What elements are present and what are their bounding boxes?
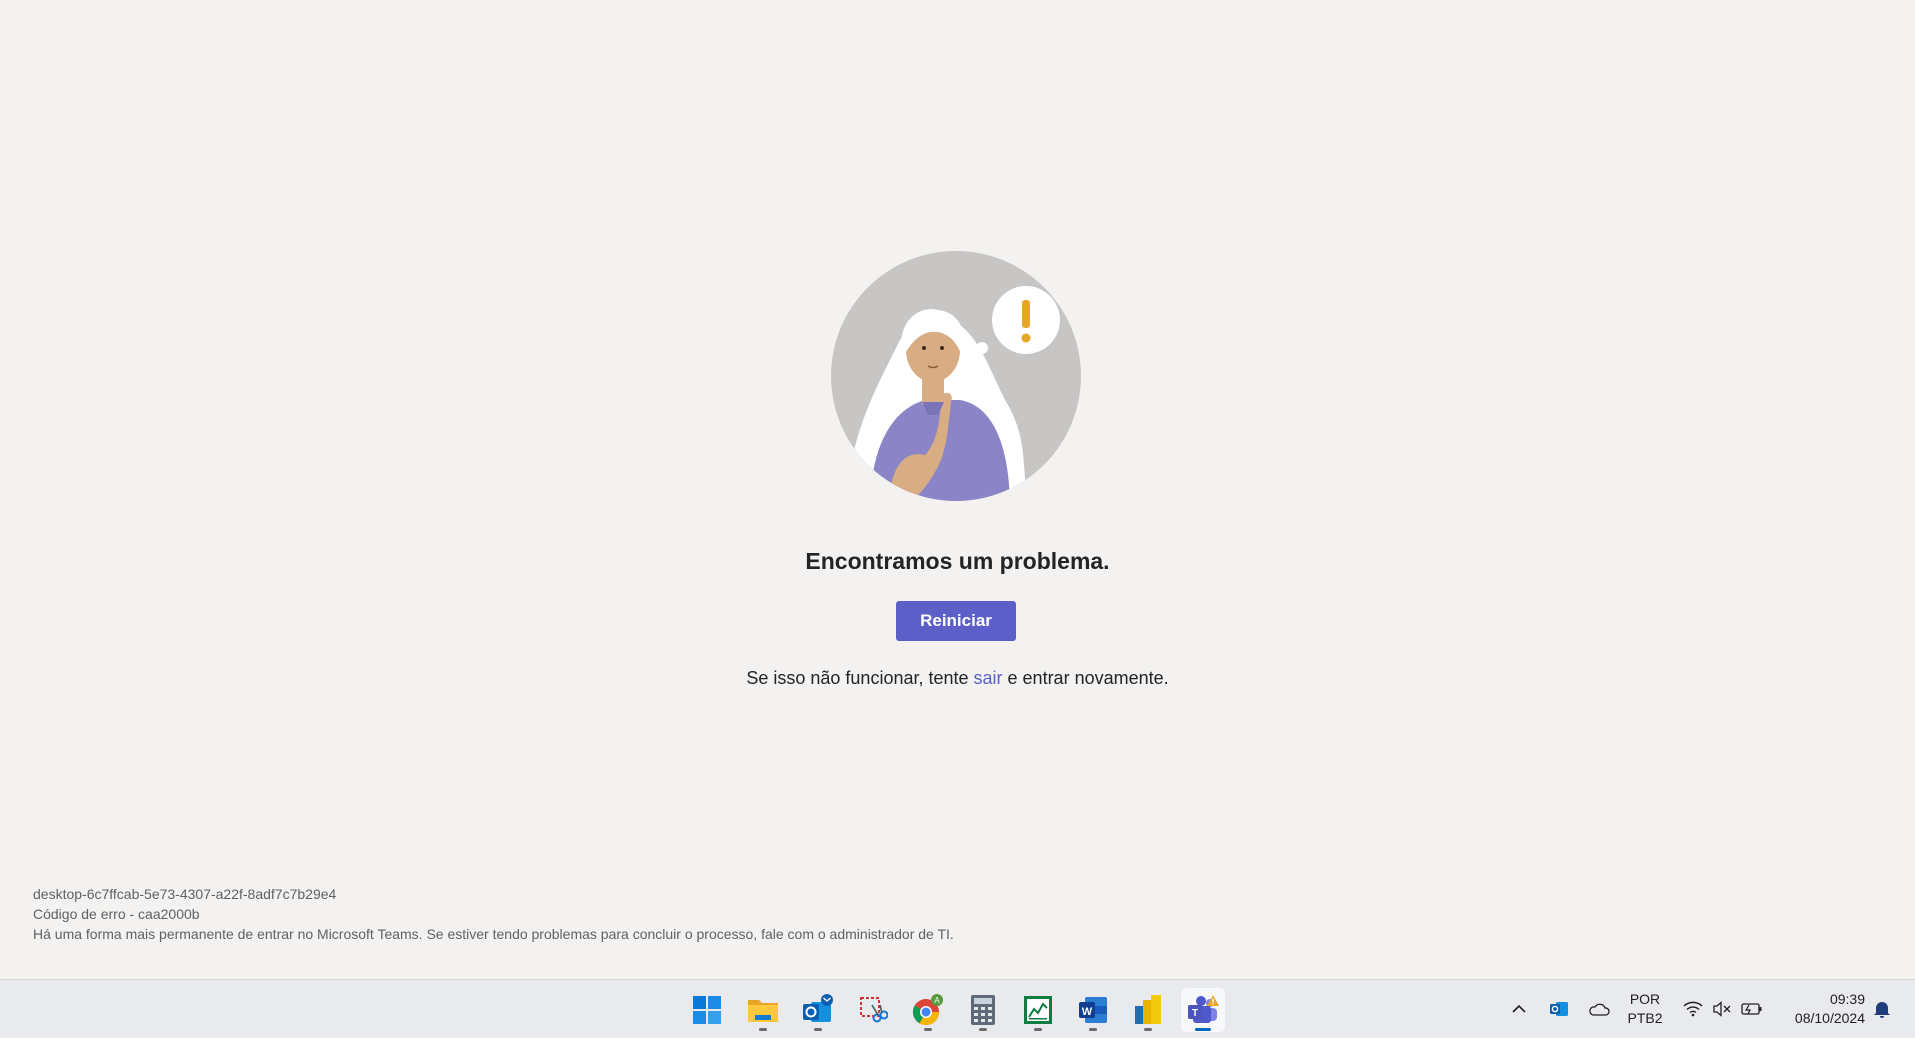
- outlook-tray-icon: [1550, 1002, 1568, 1016]
- file-explorer-icon: [748, 1000, 778, 1022]
- chrome-icon: A: [912, 994, 943, 1026]
- svg-text:A: A: [934, 996, 940, 1005]
- admin-note: Há uma forma mais permanente de entrar n…: [33, 926, 954, 942]
- diagnostics-info: desktop-6c7ffcab-5e73-4307-a22f-8adf7c7b…: [33, 884, 954, 944]
- bell-icon: [1874, 1002, 1890, 1018]
- taskbar-app-file-explorer[interactable]: [741, 988, 785, 1032]
- error-code: Código de erro - caa2000b: [33, 906, 200, 922]
- running-indicator: [814, 1028, 822, 1031]
- active-indicator: [1195, 1028, 1211, 1031]
- retry-hint: Se isso não funcionar, tente sair e entr…: [0, 668, 1915, 689]
- session-id: desktop-6c7ffcab-5e73-4307-a22f-8adf7c7b…: [33, 886, 337, 902]
- teams-error-screen: Encontramos um problema. Reiniciar Se is…: [0, 0, 1915, 979]
- clock-time: 09:39: [1829, 991, 1865, 1007]
- tray-volume[interactable]: [1709, 980, 1735, 1038]
- running-indicator: [759, 1028, 767, 1031]
- restart-button[interactable]: Reiniciar: [896, 601, 1016, 641]
- windows-start-icon: [693, 996, 721, 1024]
- tray-network[interactable]: [1680, 980, 1706, 1038]
- taskbar-app-outlook[interactable]: [796, 988, 840, 1032]
- outlook-icon: [803, 994, 833, 1022]
- running-indicator: [1034, 1028, 1042, 1031]
- taskbar-app-word[interactable]: W: [1071, 988, 1115, 1032]
- running-indicator: [1144, 1028, 1152, 1031]
- svg-text:T: T: [1192, 1008, 1198, 1019]
- word-icon: W: [1079, 997, 1107, 1023]
- svg-text:W: W: [1082, 1006, 1093, 1018]
- tray-onedrive[interactable]: [1584, 980, 1614, 1038]
- show-hidden-icons-button[interactable]: [1505, 980, 1533, 1038]
- windows-taskbar: A W T POR PTB2 09:39 08/10/2024: [0, 979, 1915, 1037]
- running-indicator: [1089, 1028, 1097, 1031]
- language-code: POR: [1629, 991, 1661, 1007]
- notifications-button[interactable]: [1869, 980, 1895, 1038]
- clock[interactable]: 09:39 08/10/2024: [1775, 980, 1865, 1038]
- keyboard-layout: PTB2: [1627, 1010, 1663, 1026]
- start-button[interactable]: [685, 988, 729, 1032]
- volume-muted-icon: [1713, 1001, 1731, 1017]
- running-indicator: [924, 1028, 932, 1031]
- error-title: Encontramos um problema.: [805, 548, 1110, 574]
- hint-prefix: Se isso não funcionar, tente: [746, 668, 974, 688]
- taskbar-app-power-bi[interactable]: [1126, 988, 1170, 1032]
- taskbar-app-spreadsheet[interactable]: [1016, 988, 1060, 1032]
- taskbar-app-chrome[interactable]: A: [906, 988, 950, 1032]
- taskbar-app-teams[interactable]: T: [1181, 988, 1225, 1032]
- teams-icon: T: [1188, 995, 1219, 1023]
- taskbar-app-snipping-tool[interactable]: [851, 988, 895, 1032]
- chevron-up-icon: [1512, 1004, 1526, 1013]
- input-language-indicator[interactable]: POR PTB2: [1623, 980, 1667, 1038]
- power-bi-icon: [1135, 995, 1161, 1024]
- calculator-icon: [971, 995, 995, 1025]
- clock-date: 08/10/2024: [1794, 1010, 1865, 1026]
- wifi-icon: [1683, 1001, 1703, 1017]
- error-illustration: [831, 251, 1081, 501]
- battery-charging-icon: [1741, 1003, 1762, 1015]
- hint-suffix: e entrar novamente.: [1002, 668, 1169, 688]
- tray-outlook[interactable]: [1545, 980, 1573, 1038]
- onedrive-cloud-icon: [1589, 1003, 1610, 1016]
- snipping-tool-icon: [860, 997, 888, 1023]
- sign-out-link[interactable]: sair: [974, 668, 1003, 688]
- running-indicator: [979, 1028, 987, 1031]
- taskbar-app-calculator[interactable]: [961, 988, 1005, 1032]
- tray-battery[interactable]: [1739, 980, 1765, 1038]
- excel-chart-icon: [1024, 996, 1052, 1024]
